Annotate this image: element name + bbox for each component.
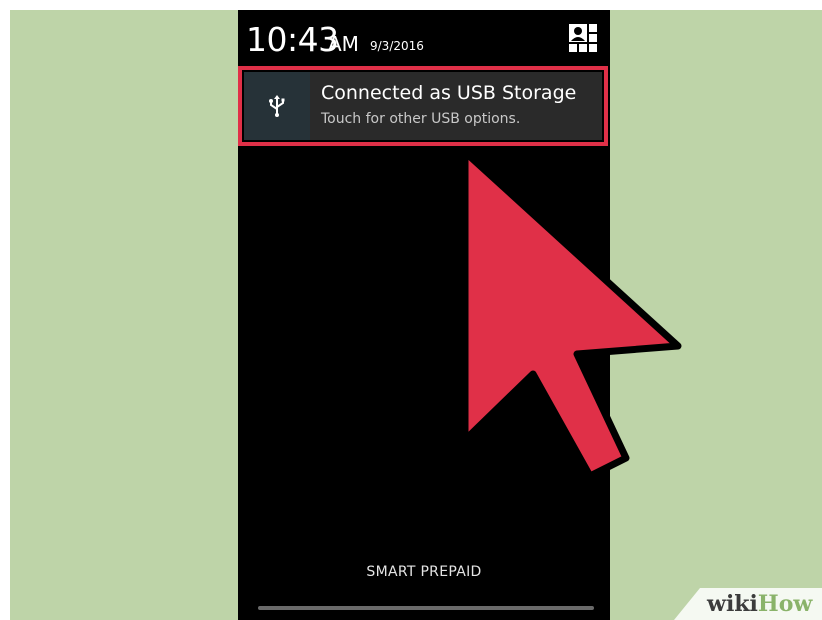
wikihow-watermark: wikiHow — [674, 588, 822, 620]
background: 10:43 AM 9/3/2016 Connected as USB Stora… — [10, 10, 822, 620]
logo-wiki: wiki — [707, 591, 758, 617]
logo-how: How — [757, 591, 813, 617]
pointer-arrow-icon — [461, 148, 682, 480]
wikihow-logo: wikiHow — [707, 593, 812, 615]
